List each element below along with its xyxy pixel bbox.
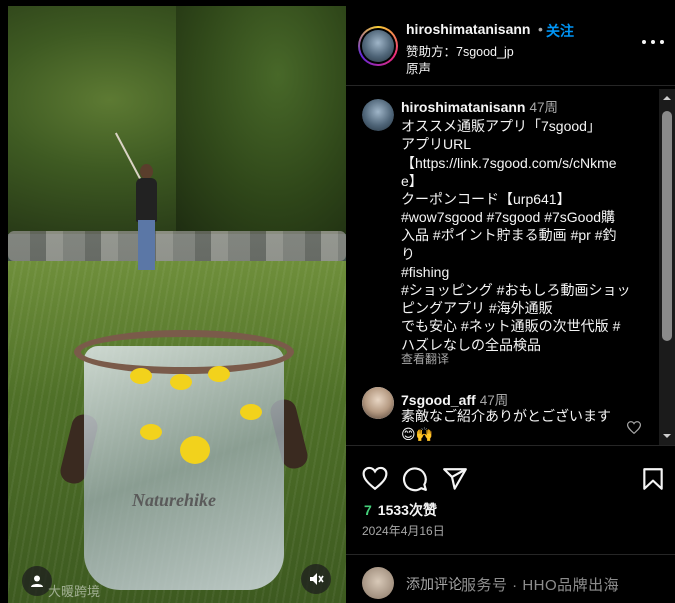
post-video[interactable]: Naturehike 大暖跨境	[8, 6, 346, 603]
heart-icon[interactable]	[362, 466, 388, 492]
reply-author-avatar[interactable]	[362, 387, 394, 419]
collapsible-bucket: Naturehike	[57, 324, 311, 596]
user-tag-icon	[31, 575, 43, 587]
reply-time: 47周	[479, 393, 509, 408]
comments-scrollbar[interactable]	[659, 89, 675, 445]
post-date: 2024年4月16日	[362, 524, 445, 538]
forest-background-right	[176, 6, 346, 236]
reply-username[interactable]: 7sgood_aff	[401, 392, 476, 408]
video-watermark: 大暖跨境	[48, 584, 101, 599]
instagram-post-modal: Naturehike 大暖跨境 hiroshimatanisann • 关注 赞…	[0, 0, 675, 603]
caption-line: オススメ通販アプリ「7sgood」	[401, 118, 601, 135]
post-actions: 7 1533次赞 2024年4月16日 添加评论 服务号 · HHO品牌出海	[346, 445, 675, 603]
comment-icon[interactable]	[402, 466, 428, 492]
author-avatar[interactable]	[358, 26, 398, 66]
post-details-panel: hiroshimatanisann • 关注 赞助方：7sgood_jp 原声 …	[346, 6, 675, 603]
post-caption: hiroshimatanisann 47周 オススメ通販アプリ「7sgood」 ア…	[401, 98, 651, 354]
caption-line[interactable]: り	[401, 245, 651, 263]
like-count[interactable]: 7 1533次赞	[364, 500, 437, 520]
caption-line[interactable]: ピングアプリ #海外通販	[401, 299, 651, 317]
separator-dot: •	[538, 21, 543, 37]
audio-label[interactable]: 原声	[406, 58, 431, 77]
caption-time: 47周	[529, 100, 558, 115]
more-options-button[interactable]	[642, 32, 664, 52]
caption-line[interactable]: #ショッピング #おもしろ動画ショッ	[401, 281, 651, 299]
add-comment-input[interactable]: 添加评论	[406, 574, 462, 594]
caption-line: e】	[401, 172, 423, 189]
caption-line[interactable]: でも安心 #ネット通販の次世代版 #	[401, 317, 651, 335]
comments-section: hiroshimatanisann 47周 オススメ通販アプリ「7sgood」 ア…	[346, 87, 659, 445]
video-frame: Naturehike	[8, 6, 346, 603]
more-icon	[642, 40, 646, 44]
caption-line[interactable]: 【https://link.7sgood.com/s/cNkme	[401, 154, 651, 172]
scroll-down-icon[interactable]	[662, 431, 672, 441]
caption-line[interactable]: #wow7sgood #7sgood #7sGood購	[401, 208, 651, 226]
bucket-brand-text: Naturehike	[132, 490, 217, 510]
follow-button[interactable]: 关注	[546, 21, 574, 41]
small-heart-icon[interactable]	[627, 421, 641, 434]
mute-button[interactable]	[301, 564, 331, 594]
bookmark-icon[interactable]	[640, 466, 666, 492]
scroll-up-icon[interactable]	[662, 93, 672, 103]
likes-badge-icon: 7	[364, 502, 372, 518]
caption-line: アプリURL	[401, 136, 472, 153]
river-rocks	[8, 231, 346, 261]
caption-author-avatar[interactable]	[362, 99, 394, 131]
emoji-button[interactable]	[362, 567, 394, 599]
see-translation-link[interactable]: 查看翻译	[401, 350, 449, 367]
reply-text: 素敵なご紹介ありがとございます😊🙌	[401, 408, 611, 442]
caption-line: クーポンコード【urp641】	[401, 191, 571, 208]
person-fishing	[132, 164, 160, 272]
add-comment-row: 添加评论 服务号 · HHO品牌出海	[346, 554, 675, 603]
caption-line[interactable]: 入品 #ポイント貯まる動画 #pr #釣	[401, 226, 651, 244]
post-header: hiroshimatanisann • 关注 赞助方：7sgood_jp 原声	[346, 6, 675, 86]
mute-icon	[310, 573, 324, 585]
caption-line[interactable]: #fishing	[401, 263, 651, 281]
author-username[interactable]: hiroshimatanisann	[406, 21, 530, 37]
scrollbar-thumb[interactable]	[662, 111, 672, 341]
caption-username[interactable]: hiroshimatanisann	[401, 99, 525, 115]
share-icon[interactable]	[442, 466, 468, 492]
watermark-text: 服务号 · HHO品牌出海	[461, 577, 620, 594]
